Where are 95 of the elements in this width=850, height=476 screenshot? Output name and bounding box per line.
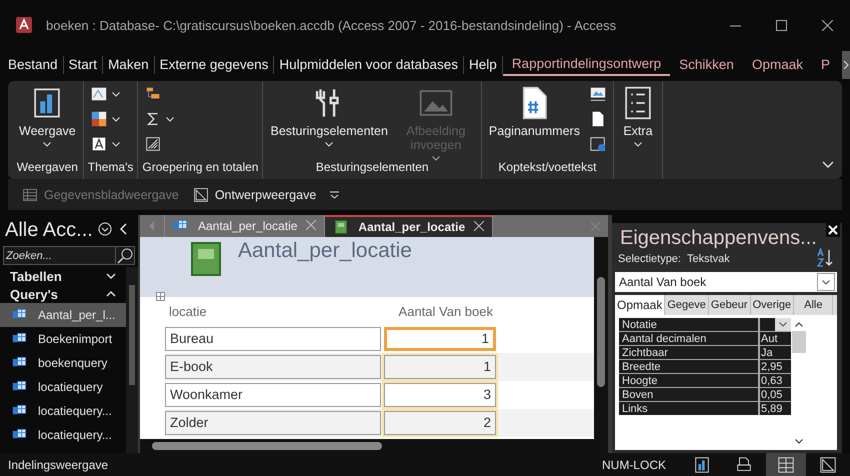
close-icon[interactable] bbox=[474, 220, 484, 234]
pane-title: Alle Acc... bbox=[5, 219, 93, 242]
group-label: Groepering en totalen bbox=[142, 160, 258, 176]
chevron-down-icon bbox=[106, 273, 116, 279]
status-text: Indelingsweergave bbox=[8, 458, 110, 472]
hatched-square-icon bbox=[144, 135, 162, 153]
section-header[interactable]: Tabellen bbox=[0, 267, 126, 285]
ribbon-tab[interactable]: Opmaak bbox=[742, 56, 812, 74]
ribbon-button[interactable]: Weergave bbox=[16, 84, 79, 149]
close-icon[interactable] bbox=[826, 223, 840, 237]
ribbon-tab[interactable]: Externe gegevens bbox=[154, 56, 274, 74]
window-title: boeken : Database- C:\gratiscursus\boeken.accdb (Access 2007 - 2016-bestandsindeling) - Access bbox=[46, 18, 616, 32]
caret-icon bbox=[166, 116, 174, 122]
scroll-up-icon[interactable] bbox=[795, 322, 803, 327]
ribbon-tab[interactable]: Maken bbox=[103, 56, 155, 74]
scroll-right-icon[interactable] bbox=[842, 50, 850, 78]
layout-grid-icon bbox=[777, 456, 795, 474]
search-icon[interactable] bbox=[116, 246, 135, 265]
caret-icon bbox=[432, 156, 440, 161]
nav-item[interactable]: locatiequery... bbox=[0, 399, 126, 423]
text-box[interactable]: E-book bbox=[165, 355, 381, 379]
text-box[interactable]: Bureau bbox=[165, 327, 381, 351]
caret-icon bbox=[325, 142, 334, 147]
ribbon-tab[interactable]: Bestand bbox=[3, 56, 64, 74]
scroll-thumb[interactable] bbox=[792, 331, 806, 353]
ribbon-tab[interactable]: Start bbox=[64, 56, 104, 74]
property-value[interactable]: Ja bbox=[760, 346, 791, 359]
group-label: Thema's bbox=[88, 160, 134, 176]
scrollbar[interactable] bbox=[140, 439, 608, 453]
selection-type-label: Selectietype: bbox=[618, 253, 681, 265]
property-value[interactable]: 2,95 bbox=[760, 360, 791, 373]
property-tab[interactable]: Opmaak bbox=[615, 295, 666, 315]
color-squares-icon bbox=[90, 110, 108, 128]
ruler-triangle-icon bbox=[192, 186, 209, 202]
scrollbar[interactable] bbox=[594, 237, 608, 439]
property-value[interactable]: Aut bbox=[760, 332, 791, 345]
view-button[interactable] bbox=[766, 453, 806, 476]
section-header[interactable]: Query's bbox=[0, 285, 126, 303]
text-box[interactable]: Woonkamer bbox=[165, 383, 381, 407]
caret-icon bbox=[112, 116, 120, 122]
move-handle-icon[interactable] bbox=[156, 292, 165, 301]
column-header: locatie bbox=[168, 304, 208, 318]
property-value[interactable]: 0,63 bbox=[760, 374, 791, 387]
text-box[interactable]: 1 bbox=[384, 355, 496, 379]
nav-item[interactable]: locatiequery bbox=[0, 375, 126, 399]
grid-icon bbox=[22, 186, 38, 202]
chevron-up-icon bbox=[106, 291, 116, 297]
ribbon-tab[interactable]: Schikken bbox=[670, 56, 743, 74]
selection-type-value: Tekstvak bbox=[686, 253, 730, 265]
caret-icon bbox=[822, 280, 830, 284]
text-box[interactable]: 1 bbox=[384, 327, 496, 351]
app-logo-icon bbox=[14, 15, 34, 35]
search-field[interactable]: Zoeken... bbox=[3, 246, 116, 265]
nav-item[interactable]: boekenquery bbox=[0, 351, 126, 375]
caret-icon bbox=[112, 142, 120, 146]
theme-icon bbox=[90, 85, 108, 103]
nav-item[interactable]: Boekenimport bbox=[0, 327, 126, 351]
text-box[interactable]: Zolder bbox=[165, 411, 381, 435]
column-header: Aantal Van boek bbox=[398, 304, 494, 318]
text-box[interactable]: 2 bbox=[384, 411, 496, 435]
nav-item[interactable]: Aantal_per_l... bbox=[0, 303, 126, 327]
image-icon bbox=[588, 85, 607, 103]
calendar-clock-icon bbox=[588, 135, 607, 153]
group-label: Weergaven bbox=[16, 160, 79, 176]
caret-icon bbox=[634, 142, 642, 147]
ribbon-tab[interactable]: Hulpmiddelen voor databases bbox=[274, 56, 464, 74]
caret-icon bbox=[112, 92, 120, 96]
caret-icon bbox=[775, 318, 791, 331]
letter-a-icon bbox=[90, 135, 108, 153]
group-label: Besturingselementen bbox=[314, 160, 430, 176]
ruler-triangle-icon bbox=[819, 456, 837, 474]
status-indicator: NUM-LOCK bbox=[602, 458, 666, 472]
ribbon-tab[interactable]: P bbox=[812, 56, 839, 74]
print-page-icon bbox=[735, 456, 753, 474]
property-value[interactable]: 0,05 bbox=[760, 388, 791, 401]
report-icon bbox=[333, 219, 350, 235]
ribbon-button[interactable]: Besturingselementen bbox=[267, 84, 391, 149]
pane-title: Eigenschappenvens... bbox=[619, 226, 816, 250]
caret-icon bbox=[43, 142, 52, 147]
text-box[interactable]: 3 bbox=[384, 383, 496, 407]
report-title: Aantal_per_locatie bbox=[238, 239, 412, 263]
scroll-down-icon[interactable] bbox=[795, 439, 803, 444]
ribbon-tab[interactable]: Help bbox=[464, 56, 503, 74]
ribbon-tab[interactable]: Rapportindelingsontwerp bbox=[502, 54, 670, 76]
scrollbar[interactable] bbox=[126, 267, 138, 453]
property-name: Links bbox=[619, 402, 760, 415]
chart-view-icon bbox=[693, 456, 711, 474]
ribbon-button[interactable]: Extra bbox=[618, 84, 658, 149]
object-dropdown[interactable]: Aantal Van boek bbox=[615, 272, 837, 292]
nav-item[interactable]: locatiequery... bbox=[0, 423, 126, 447]
group-label: Koptekst/voettekst bbox=[497, 160, 598, 176]
property-value[interactable]: 5,89 bbox=[760, 402, 791, 415]
ribbon-button[interactable]: Paginanummers bbox=[486, 84, 583, 140]
toolbar-button[interactable]: Ontwerpweergave bbox=[192, 186, 316, 202]
document-tab[interactable]: Aantal_per_locatie bbox=[325, 215, 494, 237]
